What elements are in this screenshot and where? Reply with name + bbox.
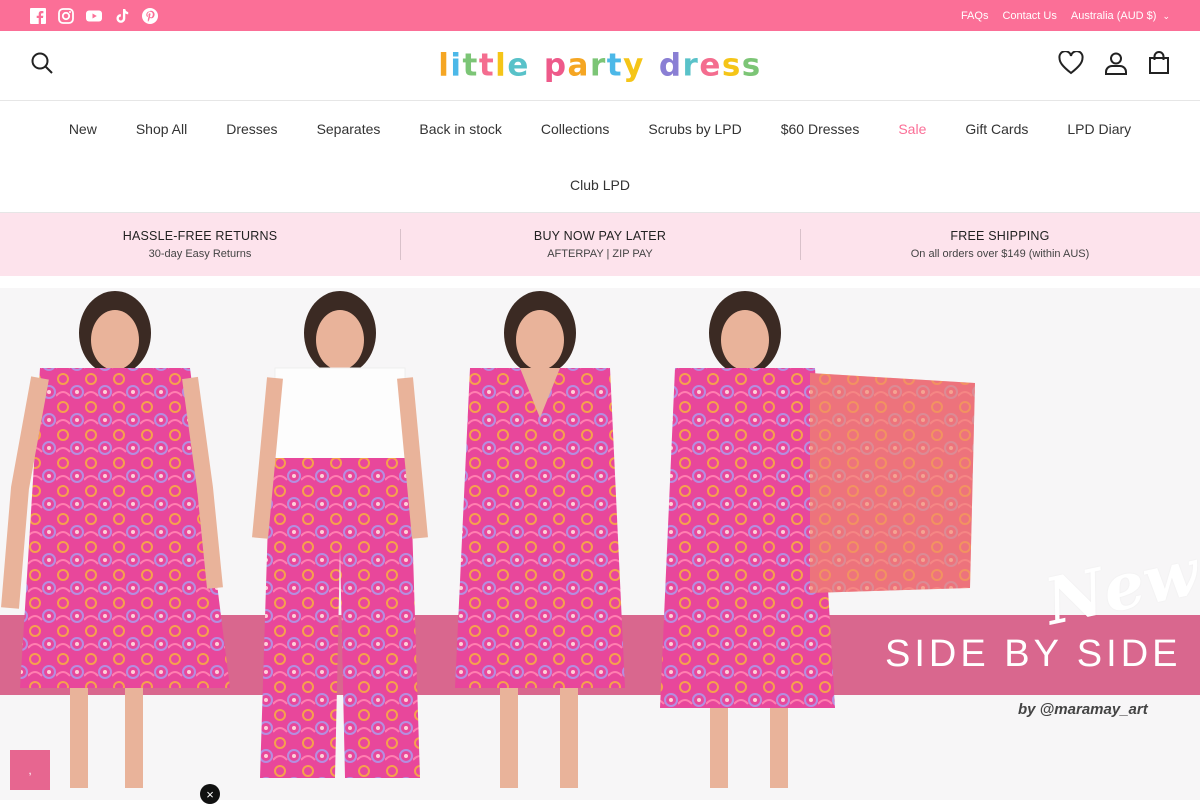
- logo-letter: p: [543, 46, 568, 83]
- logo-letter: e: [699, 46, 722, 83]
- logo-letter: y: [623, 46, 645, 83]
- usp-title: BUY NOW PAY LATER: [533, 229, 667, 243]
- model-vneck-dress-image: [455, 291, 625, 788]
- close-icon[interactable]: ×: [200, 784, 220, 804]
- usp-subtitle: On all orders over $149 (within AUS): [910, 248, 1090, 260]
- usp-subtitle: 30-day Easy Returns: [148, 248, 252, 260]
- nav-item-collections[interactable]: Collections: [521, 121, 628, 137]
- nav-item-new[interactable]: New: [49, 121, 116, 137]
- nav-row-primary: New Shop All Dresses Separates Back in stock…: [0, 101, 1200, 157]
- model-scarf-image: [660, 291, 975, 788]
- nav-item-back-in-stock[interactable]: Back in stock: [400, 121, 521, 137]
- hero-banner[interactable]: New SIDE BY SIDE by @maramay_art: [0, 288, 1200, 800]
- logo-letter: t: [462, 46, 479, 83]
- nav-item-60-dresses[interactable]: $60 Dresses: [761, 121, 879, 137]
- social-links: [30, 7, 158, 24]
- heart-icon[interactable]: [1058, 50, 1084, 80]
- region-selector[interactable]: Australia (AUD $) ⌄: [1071, 10, 1170, 22]
- youtube-icon[interactable]: [86, 8, 102, 24]
- nav-item-gift-cards[interactable]: Gift Cards: [946, 121, 1048, 137]
- utility-links: FAQs Contact Us Australia (AUD $) ⌄: [961, 10, 1170, 22]
- announcement-bar: FAQs Contact Us Australia (AUD $) ⌄: [0, 0, 1200, 31]
- search-icon[interactable]: [30, 51, 54, 80]
- model-dress-image: [1, 291, 230, 788]
- site-logo[interactable]: little party dress: [438, 47, 762, 83]
- nav-item-club-lpd[interactable]: Club LPD: [570, 177, 630, 193]
- facebook-icon[interactable]: [30, 7, 46, 24]
- usp-subtitle: AFTERPAY | ZIP PAY: [547, 248, 653, 260]
- cart-icon[interactable]: [1148, 51, 1170, 80]
- logo-letter: l: [438, 46, 451, 83]
- model-pants-image: [252, 291, 428, 778]
- logo-letter: i: [450, 46, 463, 83]
- logo-letter: t: [478, 46, 496, 83]
- close-symbol: ×: [206, 786, 214, 802]
- rewards-widget-button[interactable]: ,: [10, 750, 50, 790]
- logo-letter: l: [495, 46, 508, 83]
- usp-returns: HASSLE-FREE RETURNS 30-day Easy Returns: [0, 229, 400, 260]
- account-icon[interactable]: [1104, 51, 1128, 80]
- rewards-widget-label: ,: [28, 763, 32, 777]
- logo-letter: s: [741, 46, 762, 83]
- nav-item-scrubs-by-lpd[interactable]: Scrubs by LPD: [629, 121, 761, 137]
- usp-title: HASSLE-FREE RETURNS: [122, 229, 278, 243]
- logo-letter: r: [682, 46, 700, 83]
- logo-letter: s: [721, 46, 742, 83]
- nav-item-dresses[interactable]: Dresses: [207, 121, 297, 137]
- instagram-icon[interactable]: [58, 7, 74, 24]
- site-header: little party dress: [0, 31, 1200, 101]
- faqs-link[interactable]: FAQs: [961, 10, 989, 22]
- nav-row-secondary: Club LPD: [0, 157, 1200, 212]
- usp-title: FREE SHIPPING: [950, 229, 1050, 243]
- nav-item-lpd-diary[interactable]: LPD Diary: [1048, 121, 1151, 137]
- tiktok-icon[interactable]: [114, 8, 130, 24]
- hero-title: SIDE BY SIDE: [885, 633, 1182, 675]
- main-navigation: New Shop All Dresses Separates Back in stock…: [0, 101, 1200, 213]
- contact-us-link[interactable]: Contact Us: [1002, 10, 1056, 22]
- usp-bnpl: BUY NOW PAY LATER AFTERPAY | ZIP PAY: [400, 229, 800, 260]
- logo-letter: r: [589, 46, 607, 83]
- pinterest-icon[interactable]: [142, 7, 158, 24]
- logo-letter: d: [658, 46, 683, 83]
- logo-letter: t: [606, 46, 624, 83]
- logo-letter: e: [507, 46, 530, 83]
- logo-letter: a: [567, 46, 590, 83]
- hero-subtitle: by @maramay_art: [1018, 701, 1148, 718]
- nav-item-shop-all[interactable]: Shop All: [116, 121, 206, 137]
- usp-strip: HASSLE-FREE RETURNS 30-day Easy Returns …: [0, 213, 1200, 276]
- nav-item-sale[interactable]: Sale: [879, 121, 946, 137]
- region-label: Australia (AUD $): [1070, 9, 1157, 22]
- usp-shipping: FREE SHIPPING On all orders over $149 (w…: [800, 229, 1200, 260]
- nav-item-separates[interactable]: Separates: [297, 121, 400, 137]
- chevron-down-icon: ⌄: [1162, 10, 1170, 21]
